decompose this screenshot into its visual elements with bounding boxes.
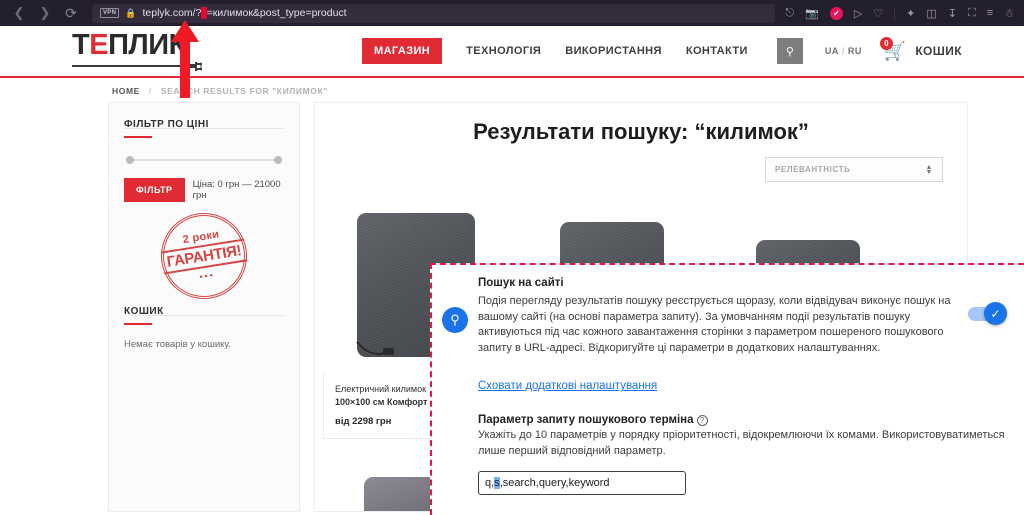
extensions-icon[interactable]: ✦ xyxy=(906,7,915,20)
field-hint: Укажіть до 10 параметрів у порядку пріор… xyxy=(478,429,1005,457)
power-cord-icon xyxy=(355,340,397,360)
filter-button[interactable]: ФІЛЬТР xyxy=(124,178,185,202)
accent-rule xyxy=(124,136,152,138)
slider-track xyxy=(126,159,282,161)
nav-item-technology[interactable]: ТЕХНОЛОГІЯ xyxy=(466,45,541,57)
overlay-icon-column: ⚲ xyxy=(432,277,478,356)
query-parameter-field: Параметр запиту пошукового терміна ? Ука… xyxy=(478,414,1024,496)
input-value-after: ,search,query,keyword xyxy=(499,477,610,490)
chevron-updown-icon: ▲ ▼ xyxy=(925,163,933,176)
battery-icon[interactable]: ⛶ xyxy=(968,7,976,20)
input-value-before: q, xyxy=(485,477,495,490)
help-icon[interactable]: ? xyxy=(696,414,708,426)
share-icon[interactable]: ⎋ xyxy=(785,7,794,20)
main-navigation: МАГАЗИН ТЕХНОЛОГІЯ ВИКОРИСТАННЯ КОНТАКТИ xyxy=(362,38,748,64)
lang-separator: / xyxy=(841,46,845,56)
sort-row: РЕЛЕВАНТНІСТЬ ▲ ▼ xyxy=(315,157,967,196)
overlay-description: Подія перегляду результатів пошуку реєст… xyxy=(478,295,951,354)
search-icon: ⚲ xyxy=(442,307,468,333)
up-arrow-annotation xyxy=(168,20,202,98)
sort-selected-value: РЕЛЕВАНТНІСТЬ xyxy=(775,165,851,174)
url-suffix: =килимок&post_type=product xyxy=(206,7,347,19)
lang-ru[interactable]: RU xyxy=(848,46,862,56)
url-prefix: teplyk.com/? xyxy=(142,7,202,19)
forward-arrow-icon[interactable]: ❯ xyxy=(34,2,56,24)
stamp-dots: ••• xyxy=(198,269,216,282)
overlay-toggle-column: ✓ xyxy=(960,277,1010,356)
nav-item-usage[interactable]: ВИКОРИСТАННЯ xyxy=(565,45,662,57)
camera-icon[interactable]: 📷 xyxy=(805,7,819,20)
back-arrow-icon[interactable]: ❮ xyxy=(8,2,30,24)
sidebar: ФІЛЬТР ПО ЦІНІ ФІЛЬТР Ціна: 0 грн — 2100… xyxy=(108,102,300,513)
site-header: ТЕПЛИК МАГАЗИН ТЕХНОЛОГІЯ ВИКОРИСТАННЯ К… xyxy=(0,26,1024,78)
stamp-line-2: ГАРАНТІЯ! xyxy=(161,238,247,275)
url-text: teplyk.com/?s=килимок&post_type=product xyxy=(142,7,347,19)
search-icon[interactable]: ⚲ xyxy=(776,38,803,64)
toolbar-divider xyxy=(894,6,896,20)
browser-toolbar: ❮ ❯ ⟳ VPN 🔒 teplyk.com/?s=килимок&post_t… xyxy=(0,0,1024,26)
overlay-text-column: Пошук на сайті Подія перегляду результат… xyxy=(478,277,960,356)
download-icon[interactable]: ↧ xyxy=(948,7,957,20)
profile-icon[interactable]: ☃ xyxy=(1004,7,1014,20)
price-range-label: Ціна: 0 грн — 21000 грн xyxy=(192,179,281,201)
sliders-icon[interactable]: ≡ xyxy=(987,7,993,19)
breadcrumb-separator: / xyxy=(148,86,152,96)
package-icon[interactable]: ◫ xyxy=(926,7,936,20)
cart-count-badge: 0 xyxy=(879,37,893,50)
breadcrumb-home[interactable]: HOME xyxy=(112,86,140,96)
send-icon[interactable]: ▷ xyxy=(854,7,862,20)
heart-icon[interactable]: ♡ xyxy=(873,7,883,20)
nav-item-contacts[interactable]: КОНТАКТИ xyxy=(686,45,748,57)
cart-empty-message: Немає товарів у кошику. xyxy=(124,339,231,350)
search-tracking-toggle[interactable]: ✓ xyxy=(968,302,1007,325)
vpn-badge: VPN xyxy=(100,8,120,18)
overlay-header-row: ⚲ Пошук на сайті Подія перегляду результ… xyxy=(432,277,1024,356)
header-actions: ⚲ UA / RU 🛒 0 КОШИК xyxy=(776,37,962,64)
nav-item-shop[interactable]: МАГАЗИН xyxy=(362,38,443,64)
language-switcher[interactable]: UA / RU xyxy=(825,46,862,56)
cart-label: КОШИК xyxy=(915,44,962,58)
browser-actions: ⎋ 📷 ✔ ▷ ♡ ✦ ◫ ↧ ⛶ ≡ ☃ xyxy=(785,6,1016,20)
reload-icon[interactable]: ⟳ xyxy=(60,2,82,24)
field-label-text: Параметр запиту пошукового терміна xyxy=(478,414,694,427)
product-name-line2: 100×100 см Комфорт xyxy=(335,397,428,408)
search-settings-overlay: ⚲ Пошук на сайті Подія перегляду результ… xyxy=(430,263,1024,515)
lang-ua[interactable]: UA xyxy=(825,46,839,56)
guarantee-stamp: 2 роки ГАРАНТІЯ! ••• xyxy=(124,206,284,306)
cart-button[interactable]: 🛒 0 КОШИК xyxy=(879,37,962,60)
shield-icon[interactable]: ✔ xyxy=(829,6,843,20)
price-slider[interactable] xyxy=(126,156,282,164)
accent-rule xyxy=(124,323,152,325)
cart-icon: 🛒 0 xyxy=(879,37,906,60)
query-parameter-input[interactable]: q, s ,search,query,keyword xyxy=(478,471,686,496)
slider-handle-max[interactable] xyxy=(274,156,282,164)
breadcrumb: HOME / SEARCH RESULTS FOR "КИЛИМОК" xyxy=(0,78,1024,102)
page-title: Результати пошуку: “килимок” xyxy=(473,119,809,144)
hide-advanced-settings-link[interactable]: Сховати додаткові налаштування xyxy=(478,380,1024,392)
sort-dropdown[interactable]: РЕЛЕВАНТНІСТЬ ▲ ▼ xyxy=(765,157,943,182)
filter-row: ФІЛЬТР Ціна: 0 грн — 21000 грн xyxy=(124,178,284,202)
overlay-title: Пошук на сайті xyxy=(478,277,564,289)
slider-handle-min[interactable] xyxy=(126,156,134,164)
lock-icon: 🔒 xyxy=(125,7,137,18)
check-icon: ✓ xyxy=(984,302,1007,325)
field-label: Параметр запиту пошукового терміна ? xyxy=(478,414,1024,426)
